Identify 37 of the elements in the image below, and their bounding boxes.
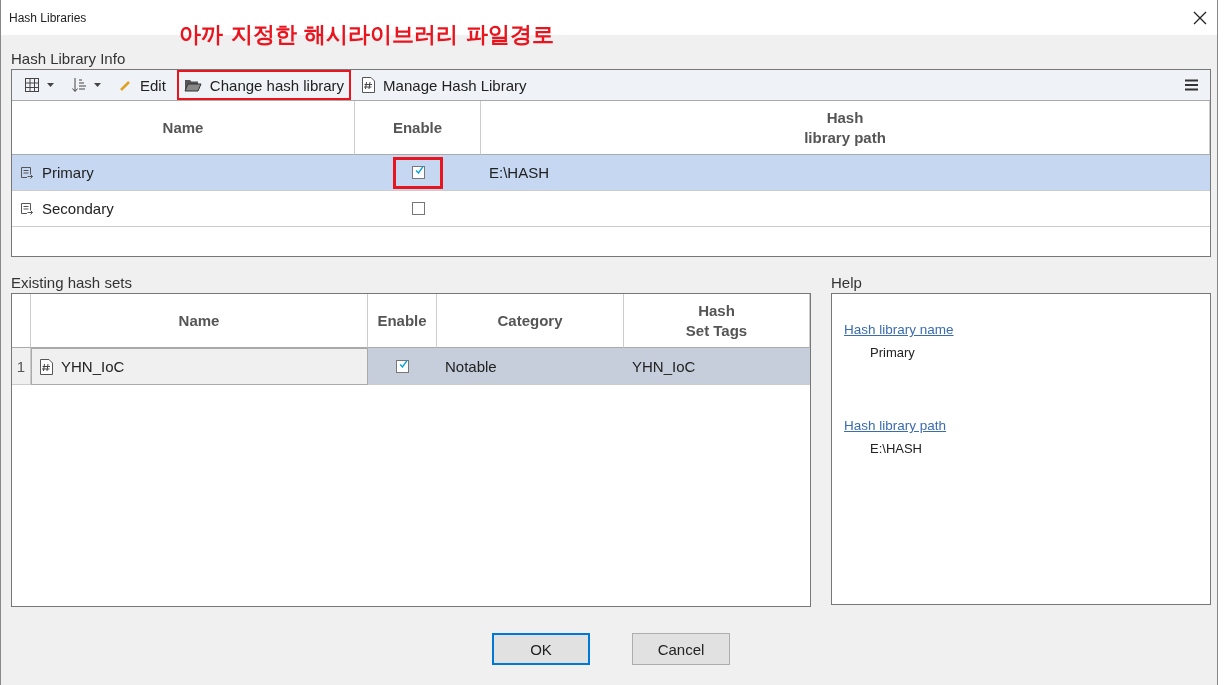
table-cell: YHN_IoC	[624, 348, 810, 385]
cell-text: Primary	[42, 164, 94, 181]
document-icon	[20, 201, 34, 216]
cell-text: YHN_IoC	[61, 358, 125, 375]
toolbar-button[interactable]: Change hash library	[176, 70, 352, 100]
section-label: Hash Library Info	[11, 48, 126, 69]
hash-document-icon	[40, 358, 53, 375]
caret-icon	[47, 83, 54, 87]
help-link[interactable]: Hash library path	[844, 418, 1198, 433]
help-value: E:\HASH	[869, 441, 923, 456]
checkbox[interactable]	[396, 359, 409, 373]
annotation-text: 아까 지정한 해시라이브러리 파일경로	[179, 21, 554, 49]
window-title: Hash Libraries	[9, 10, 87, 25]
folder-icon	[183, 78, 202, 92]
section-label: Existing hash sets	[11, 272, 133, 293]
section-label: Help	[831, 272, 863, 293]
hash-document-icon	[362, 77, 376, 93]
caret-icon	[94, 83, 101, 87]
table-cell[interactable]: Primary	[12, 155, 355, 191]
dialog-button[interactable]: OK	[492, 633, 590, 665]
document-icon	[20, 165, 34, 180]
help-link[interactable]: Hash library name	[844, 322, 1198, 337]
checkbox[interactable]	[411, 166, 425, 179]
sort-icon	[72, 77, 86, 93]
grid-icon	[25, 78, 39, 92]
cell-text: E:\HASH	[489, 164, 549, 181]
toolbar-button[interactable]: Edit	[112, 70, 173, 100]
checkbox[interactable]	[411, 202, 425, 215]
help-value: Primary	[869, 345, 916, 360]
table-cell[interactable]: YHN_IoC	[31, 348, 368, 385]
table-cell: Notable	[437, 348, 624, 385]
table-cell[interactable]: Secondary	[12, 191, 355, 227]
dialog-button[interactable]: Cancel	[632, 633, 730, 665]
row-number: 1	[12, 348, 31, 385]
toolbar-button[interactable]: Manage Hash Library	[355, 70, 534, 100]
pencil-icon	[119, 78, 132, 92]
cell-text: Secondary	[42, 200, 114, 217]
